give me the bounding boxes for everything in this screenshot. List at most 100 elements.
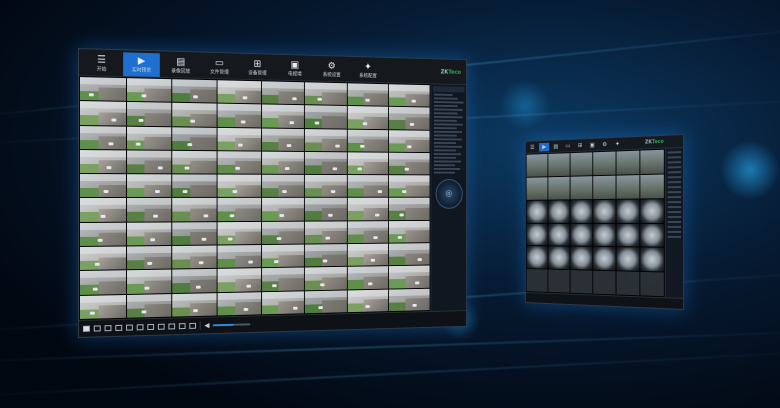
camera-tile[interactable] [127, 174, 172, 197]
camera-tile[interactable] [305, 290, 347, 313]
camera-tile[interactable] [127, 270, 172, 294]
device-tree-row[interactable] [668, 166, 681, 168]
camera-tile[interactable] [570, 176, 592, 199]
camera-tile[interactable] [80, 198, 126, 221]
toolbar-item-menu[interactable]: ☰ 开始 [83, 51, 120, 76]
device-tree-row[interactable] [434, 120, 457, 122]
device-tree-row[interactable] [668, 181, 681, 183]
device-tree-row[interactable] [668, 226, 681, 228]
device-tree-row[interactable] [434, 135, 457, 137]
camera-tile[interactable] [80, 174, 126, 197]
camera-tile[interactable] [570, 223, 592, 246]
device-tree-row[interactable] [434, 123, 463, 125]
camera-tile[interactable] [616, 199, 639, 222]
camera-tile[interactable] [348, 267, 389, 290]
camera-tile[interactable] [616, 271, 639, 295]
camera-tile[interactable] [262, 245, 304, 268]
camera-tile[interactable] [548, 177, 569, 200]
camera-tile[interactable] [217, 245, 260, 268]
camera-tile[interactable] [262, 128, 304, 151]
camera-tile[interactable] [217, 127, 260, 150]
camera-tile[interactable] [640, 223, 663, 247]
camera-tile[interactable] [172, 269, 216, 293]
device-tree-row[interactable] [434, 131, 462, 133]
device-tree-row[interactable] [668, 236, 681, 238]
device-tree-row[interactable] [434, 146, 462, 148]
device-tree-row[interactable] [434, 164, 455, 166]
device-tree-row[interactable] [434, 161, 461, 163]
camera-tile[interactable] [348, 244, 389, 266]
camera-tile[interactable] [172, 246, 216, 269]
device-tree-row[interactable] [668, 196, 681, 198]
device-tree-row[interactable] [434, 168, 461, 170]
device-tree-row[interactable] [434, 105, 458, 107]
camera-tile[interactable] [127, 198, 172, 221]
camera-tile[interactable] [172, 79, 216, 103]
camera-tile[interactable] [389, 153, 429, 175]
camera-tile[interactable] [305, 267, 347, 290]
camera-tile[interactable] [640, 150, 663, 174]
camera-tile[interactable] [640, 199, 663, 223]
device-tree-row[interactable] [434, 142, 456, 144]
device-tree-row[interactable] [668, 221, 681, 223]
camera-tile[interactable] [616, 151, 639, 175]
camera-tile[interactable] [527, 200, 548, 222]
camera-tile[interactable] [80, 271, 126, 295]
camera-tile[interactable] [389, 84, 429, 107]
camera-tile[interactable] [127, 222, 172, 245]
camera-tile[interactable] [127, 126, 172, 149]
camera-tile[interactable] [389, 221, 429, 243]
camera-tile[interactable] [127, 78, 172, 102]
device-tree-row[interactable] [668, 161, 681, 163]
camera-tile[interactable] [80, 223, 126, 247]
camera-tile[interactable] [262, 105, 304, 128]
camera-tile[interactable] [217, 151, 260, 174]
camera-tile[interactable] [217, 175, 260, 198]
camera-tile[interactable] [348, 198, 389, 220]
camera-tile[interactable] [548, 153, 569, 176]
camera-tile[interactable] [80, 77, 126, 101]
device-tree-row[interactable] [668, 231, 681, 233]
camera-tile[interactable] [640, 272, 663, 296]
camera-tile[interactable] [527, 177, 548, 199]
ptz-control[interactable]: ◎ [435, 179, 462, 209]
camera-tile[interactable] [305, 152, 347, 174]
camera-tile[interactable] [172, 151, 216, 174]
device-tree-row[interactable] [668, 156, 681, 158]
camera-tile[interactable] [80, 101, 126, 125]
camera-tile[interactable] [348, 129, 389, 151]
camera-tile[interactable] [80, 247, 126, 271]
camera-tile[interactable] [389, 107, 429, 129]
camera-tile[interactable] [305, 129, 347, 152]
device-tree-row[interactable] [434, 94, 453, 96]
camera-tile[interactable] [262, 291, 304, 314]
device-tree-row[interactable] [668, 201, 681, 203]
camera-tile[interactable] [305, 244, 347, 267]
camera-tile[interactable] [305, 105, 347, 128]
layout-button[interactable] [94, 325, 101, 331]
camera-tile[interactable] [548, 223, 569, 245]
device-tree-row[interactable] [668, 191, 681, 193]
speaker-icon[interactable]: ◀ [204, 322, 209, 330]
toolbar-item-screen[interactable]: ▣ 电视墙 [278, 57, 312, 81]
device-tree-row[interactable] [434, 138, 462, 140]
layout-button[interactable] [168, 323, 175, 329]
second-camera-icon[interactable]: ▶ [539, 142, 549, 151]
camera-tile[interactable] [527, 154, 548, 177]
toolbar-item-folder[interactable]: ▭ 文件管理 [202, 55, 238, 79]
camera-tile[interactable] [570, 270, 592, 293]
camera-tile[interactable] [80, 126, 126, 150]
toolbar-item-network[interactable]: ⊞ 设备管理 [240, 56, 275, 80]
camera-tile[interactable] [172, 103, 216, 126]
camera-tile[interactable] [262, 268, 304, 291]
camera-tile[interactable] [593, 247, 615, 270]
second-settings-icon[interactable]: ✦ [612, 139, 623, 148]
device-tree-row[interactable] [668, 151, 681, 153]
camera-tile[interactable] [305, 82, 347, 105]
camera-tile[interactable] [527, 246, 548, 268]
layout-button[interactable] [137, 324, 144, 330]
camera-tile[interactable] [262, 198, 304, 220]
device-tree-row[interactable] [434, 116, 463, 118]
second-folder-icon[interactable]: ▭ [563, 141, 573, 150]
camera-tile[interactable] [593, 175, 615, 198]
